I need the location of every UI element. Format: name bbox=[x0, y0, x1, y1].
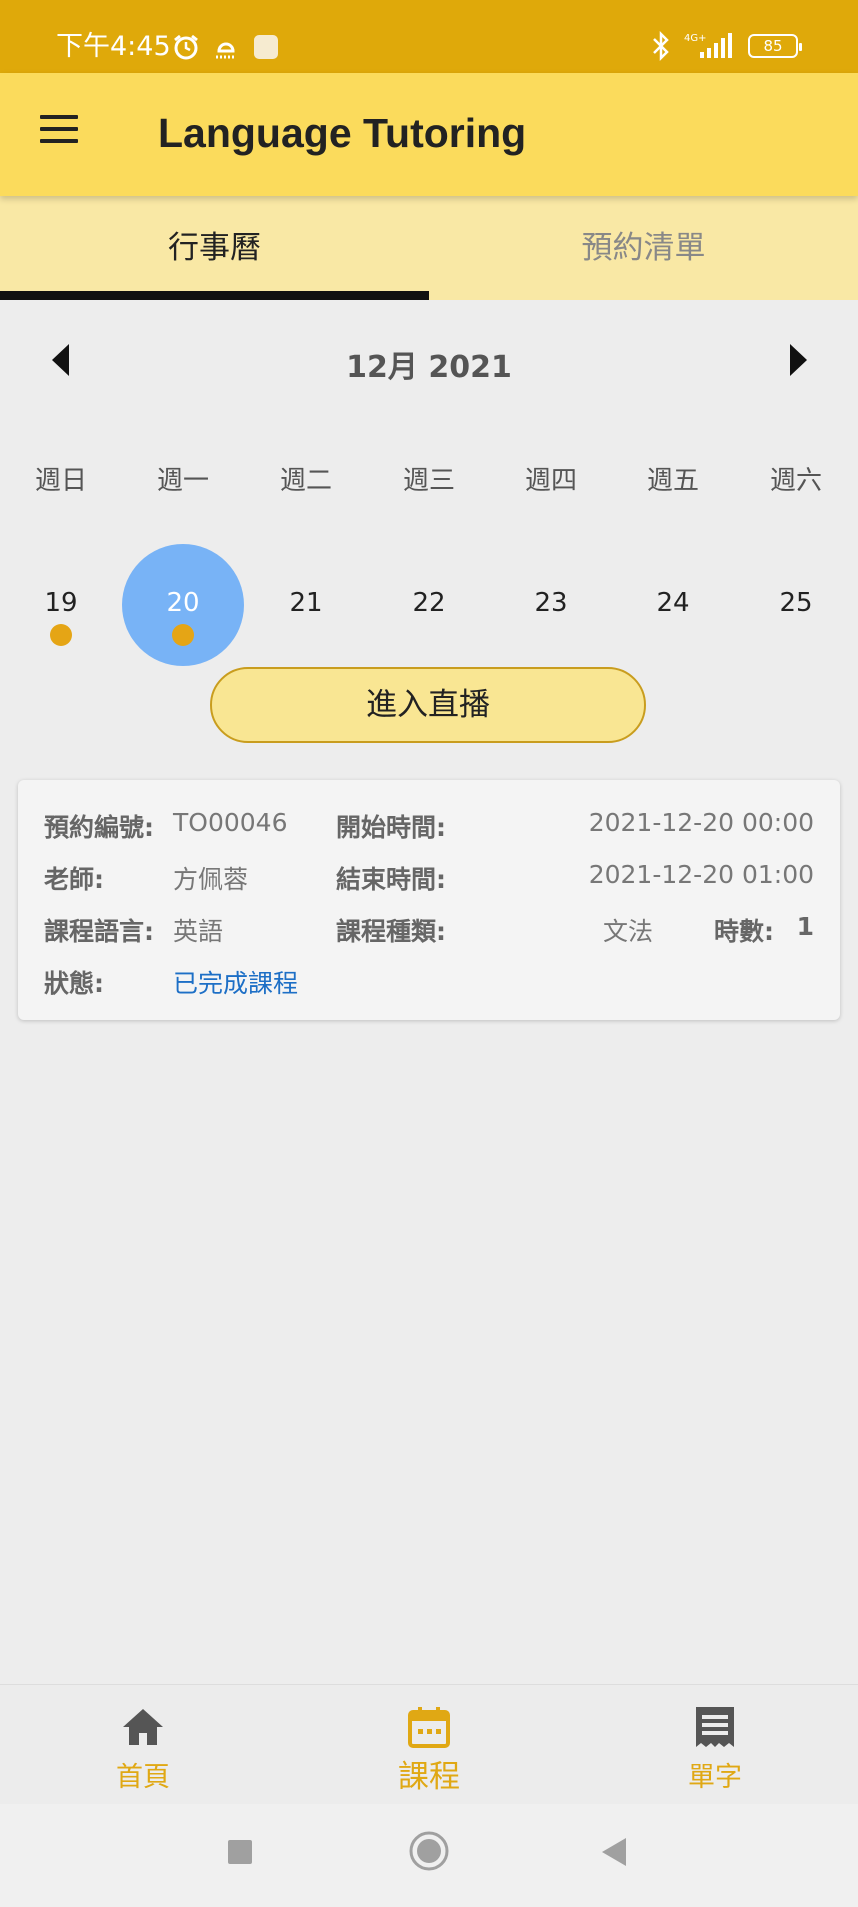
nav-item-home[interactable]: 首頁 bbox=[43, 1685, 243, 1805]
calendar-icon bbox=[408, 1707, 450, 1748]
date-number: 21 bbox=[289, 588, 323, 618]
month-nav: 12月 2021 bbox=[0, 330, 858, 394]
date-cell[interactable]: 24 bbox=[612, 544, 734, 666]
course-type-value: 文法 bbox=[603, 917, 654, 946]
start-time-label: 開始時間: bbox=[336, 813, 446, 842]
weekday-label: 週日 bbox=[34, 466, 87, 496]
home-icon bbox=[123, 1709, 163, 1745]
booking-id-value: TO00046 bbox=[173, 808, 288, 837]
weekday-label: 週五 bbox=[646, 466, 699, 496]
weekday-label: 週二 bbox=[279, 466, 332, 496]
nav-label: 首頁 bbox=[116, 1762, 170, 1793]
language-label: 課程語言: bbox=[44, 917, 154, 946]
month-label: 12月 2021 bbox=[346, 350, 512, 385]
alarm-icon bbox=[174, 34, 198, 60]
nav-item-vocabulary[interactable]: 單字 bbox=[615, 1685, 815, 1805]
battery-icon: 85 bbox=[748, 34, 802, 58]
event-dot bbox=[172, 624, 194, 646]
tab-booking-list[interactable]: 預約清單 bbox=[429, 196, 858, 300]
status-bar: 下午4:45 4G+ 85 bbox=[0, 0, 858, 73]
enter-live-button[interactable]: 進入直播 bbox=[210, 667, 646, 743]
tab-calendar[interactable]: 行事曆 bbox=[0, 196, 429, 300]
signal-icon: 4G+ bbox=[684, 33, 732, 58]
booking-id-label: 預約編號: bbox=[44, 813, 154, 842]
week-dates: 19 20 21 22 23 24 25 bbox=[0, 544, 858, 666]
date-cell[interactable]: 19 bbox=[0, 544, 122, 666]
weekday-header: 週日 週一 週二 週三 週四 週五 週六 bbox=[0, 460, 858, 510]
date-cell-selected[interactable]: 20 bbox=[122, 544, 244, 666]
hours-value: 1 bbox=[796, 912, 814, 941]
nav-item-courses[interactable]: 課程 bbox=[329, 1685, 529, 1805]
status-time: 下午4:45 bbox=[56, 31, 171, 62]
start-time-value: 2021-12-20 00:00 bbox=[588, 808, 814, 837]
date-number: 22 bbox=[412, 588, 446, 618]
weekday-label: 週四 bbox=[524, 466, 577, 496]
battery-level: 85 bbox=[763, 37, 783, 55]
hours-label: 時數: bbox=[714, 917, 774, 946]
recent-apps-icon[interactable] bbox=[226, 1838, 254, 1866]
end-time-value: 2021-12-20 01:00 bbox=[588, 860, 814, 889]
course-type-label: 課程種類: bbox=[336, 917, 446, 946]
date-number: 19 bbox=[44, 588, 78, 618]
nav-label: 課程 bbox=[398, 1759, 460, 1795]
notification-icon bbox=[216, 42, 236, 59]
teacher-label: 老師: bbox=[44, 865, 104, 894]
next-month-icon[interactable] bbox=[790, 344, 807, 376]
page-title: Language Tutoring bbox=[158, 110, 527, 156]
date-cell[interactable]: 22 bbox=[368, 544, 490, 666]
date-cell[interactable]: 25 bbox=[735, 544, 857, 666]
home-button-icon[interactable] bbox=[408, 1830, 450, 1872]
teacher-value: 方佩蓉 bbox=[173, 865, 249, 894]
status-icons-right: 4G+ 85 bbox=[650, 28, 802, 64]
bluetooth-icon bbox=[653, 30, 669, 62]
back-icon[interactable] bbox=[600, 1836, 628, 1868]
date-cell[interactable]: 21 bbox=[245, 544, 367, 666]
date-number: 23 bbox=[534, 588, 568, 618]
vocabulary-list-icon bbox=[696, 1707, 734, 1747]
weekday-label: 週六 bbox=[769, 466, 822, 496]
app-notification-icon bbox=[254, 35, 278, 59]
system-nav-bar bbox=[0, 1804, 858, 1907]
app-bar: Language Tutoring bbox=[0, 73, 858, 196]
nav-label: 單字 bbox=[688, 1762, 742, 1793]
event-dot bbox=[50, 624, 72, 646]
menu-icon[interactable] bbox=[36, 111, 86, 151]
tab-bar: 行事曆 預約清單 bbox=[0, 196, 858, 300]
date-number: 24 bbox=[656, 588, 690, 618]
weekday-label: 週一 bbox=[156, 466, 209, 496]
language-value: 英語 bbox=[173, 917, 224, 946]
bottom-nav: 首頁 課程 單字 bbox=[0, 1684, 858, 1804]
date-number: 20 bbox=[166, 588, 200, 618]
status-value: 已完成課程 bbox=[173, 969, 299, 998]
status-label: 狀態: bbox=[44, 969, 104, 998]
weekday-label: 週三 bbox=[402, 466, 455, 496]
date-cell[interactable]: 23 bbox=[490, 544, 612, 666]
status-icons-left bbox=[172, 30, 280, 64]
date-number: 25 bbox=[779, 588, 813, 618]
end-time-label: 結束時間: bbox=[336, 865, 446, 894]
svg-text:4G+: 4G+ bbox=[684, 33, 707, 44]
booking-card[interactable]: 預約編號: TO00046 開始時間: 2021-12-20 00:00 老師:… bbox=[18, 780, 840, 1020]
